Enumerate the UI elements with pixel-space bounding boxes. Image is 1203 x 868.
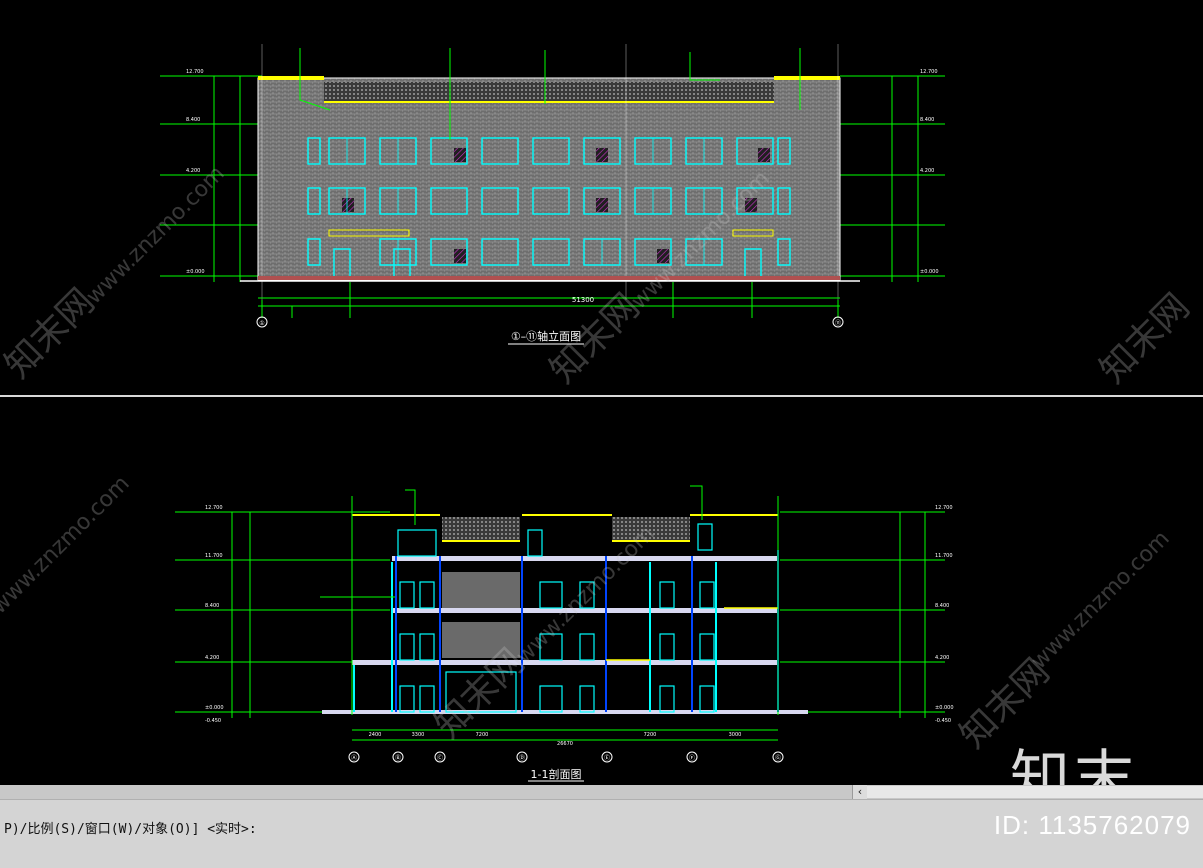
level-label: 11.700: [935, 553, 953, 559]
watermark: www.znzmo.com: [0, 471, 135, 619]
level-label: 11.700: [205, 553, 223, 559]
section-axis-c: Ⓒ: [437, 754, 443, 762]
scroll-left-arrow-icon[interactable]: ‹: [852, 785, 867, 799]
level-label: 4.200: [205, 655, 219, 661]
section-axis-g: Ⓖ: [775, 754, 781, 762]
level-label: 8.400: [935, 603, 949, 609]
elevation-drawing: [160, 44, 945, 318]
section-dim: 3300: [412, 732, 425, 738]
level-label: ±0.000: [920, 269, 939, 275]
section-dim: 2400: [369, 732, 382, 738]
level-label: 12.700: [935, 505, 953, 511]
id-label: ID: 1135762079: [993, 810, 1191, 840]
section-axis-a: Ⓐ: [351, 754, 357, 762]
section-total-dimension: 26670: [557, 741, 573, 747]
level-label: 4.200: [920, 168, 934, 174]
horizontal-scrollbar[interactable]: ‹: [0, 785, 1203, 799]
section-axis-d: Ⓓ: [519, 754, 525, 762]
elevation-axis-11: ⑪: [835, 319, 841, 327]
level-label: ±0.000: [935, 705, 954, 711]
command-prompt[interactable]: P)/比例(S)/窗口(W)/对象(O)] <实时>:: [4, 818, 257, 837]
elevation-axis-bubbles: [256, 316, 844, 328]
section-axis-bubbles: [348, 751, 784, 763]
section-dim: 7200: [476, 732, 489, 738]
section-axis-f: Ⓕ: [689, 754, 695, 762]
level-label: 4.200: [186, 168, 200, 174]
cad-drawing-canvas[interactable]: 51300 ① ⑪ ①–⑪轴立面图 12.700 8.400 4.200 ±0.…: [0, 0, 1203, 785]
elevation-axis-1: ①: [259, 320, 264, 327]
watermark: www.znzmo.com: [512, 521, 660, 669]
level-label: 8.400: [205, 603, 219, 609]
level-label: -0.450: [205, 718, 221, 724]
level-label: ±0.000: [205, 705, 224, 711]
command-line-bar[interactable]: P)/比例(S)/窗口(W)/对象(O)] <实时>: ID: 11357620…: [0, 799, 1203, 868]
level-label: 8.400: [186, 117, 200, 123]
scrollbar-track[interactable]: [867, 786, 1203, 798]
watermark: www.znzmo.com: [82, 161, 230, 309]
elevation-total-dimension: 51300: [572, 296, 594, 304]
level-label: 12.700: [186, 69, 204, 75]
section-dim: 3000: [729, 732, 742, 738]
section-axis-b: Ⓑ: [395, 754, 401, 762]
section-dim: 7200: [644, 732, 657, 738]
section-axis-e: Ⓔ: [604, 754, 610, 762]
section-title: 1-1剖面图: [531, 767, 582, 781]
level-label: 12.700: [205, 505, 223, 511]
watermark: 知末网: [1092, 286, 1197, 391]
level-label: 8.400: [920, 117, 934, 123]
watermark: www.znzmo.com: [1027, 526, 1175, 674]
level-label: 12.700: [920, 69, 938, 75]
viewport-divider: [0, 395, 1203, 397]
level-label: -0.450: [935, 718, 951, 724]
level-label: 4.200: [935, 655, 949, 661]
level-label: ±0.000: [186, 269, 205, 275]
